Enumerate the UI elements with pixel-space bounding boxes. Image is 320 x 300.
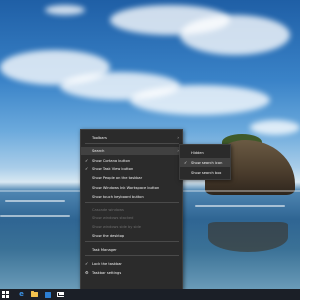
chevron-right-icon: › <box>177 135 179 140</box>
cloud <box>250 120 300 135</box>
menu-item-label: Show People on the taskbar <box>92 176 143 180</box>
gear-icon: ⚙ <box>85 270 89 275</box>
menu-item-label: Show the desktop <box>92 234 125 238</box>
menu-item-show-people-on-the-taskbar[interactable]: Show People on the taskbar <box>81 174 182 182</box>
menu-separator <box>85 241 179 242</box>
island-reflection <box>208 222 288 252</box>
submenu-item-label: Show search icon <box>191 160 223 165</box>
mail-icon[interactable] <box>55 289 66 300</box>
cloud <box>180 15 290 55</box>
menu-item-label: Show Cortana button <box>92 159 131 163</box>
submenu-item-label: Hidden <box>191 150 204 155</box>
menu-item-show-the-desktop[interactable]: Show the desktop <box>81 232 182 240</box>
menu-item-task-manager[interactable]: Task Manager <box>81 246 182 254</box>
checkmark-icon: ✓ <box>85 261 89 266</box>
menu-item-label: Cascade windows <box>92 208 124 212</box>
wave <box>5 200 65 202</box>
menu-item-cascade-windows: Cascade windows <box>81 206 182 214</box>
taskbar-context-menu: Toolbars›Search›✓Show Cortana button✓Sho… <box>80 129 183 290</box>
checkmark-icon: ✓ <box>184 160 188 165</box>
menu-item-show-windows-stacked: Show windows stacked <box>81 214 182 222</box>
menu-item-label: Show Task View button <box>92 167 134 171</box>
menu-item-label: Show windows stacked <box>92 216 134 220</box>
wave <box>195 205 285 207</box>
file-explorer-icon[interactable] <box>29 289 40 300</box>
wave <box>0 215 70 217</box>
menu-item-show-touch-keyboard-button[interactable]: Show touch keyboard button <box>81 193 182 201</box>
submenu-item-label: Show search box <box>191 170 222 175</box>
edge-icon[interactable]: e <box>16 289 27 300</box>
menu-item-show-windows-side-by-side: Show windows side by side <box>81 223 182 231</box>
menu-item-lock-the-taskbar[interactable]: ✓ Lock the taskbar <box>81 260 182 268</box>
windows-start-icon[interactable] <box>0 289 11 300</box>
menu-item-label: Show touch keyboard button <box>92 195 144 199</box>
menu-item-label: Task Manager <box>92 248 117 252</box>
menu-item-label: Show windows side by side <box>92 225 141 229</box>
menu-item-taskbar-settings[interactable]: ⚙ Taskbar settings <box>81 269 182 277</box>
taskbar[interactable]: e <box>0 289 300 300</box>
submenu-item-show-search-icon[interactable]: ✓ Show search icon <box>180 158 230 167</box>
menu-item-toolbars[interactable]: Toolbars › <box>81 134 182 142</box>
menu-item-show-cortana-button[interactable]: ✓ Show Cortana button <box>81 157 182 165</box>
cloud <box>45 5 85 15</box>
menu-separator <box>85 202 179 203</box>
checkmark-icon: ✓ <box>85 166 89 171</box>
menu-item-label: Toolbars <box>92 136 107 140</box>
menu-item-label: Search <box>92 149 105 153</box>
menu-item-show-windows-ink-workspace-button[interactable]: Show Windows Ink Workspace button <box>81 184 182 192</box>
menu-item-show-task-view-button[interactable]: ✓ Show Task View button <box>81 165 182 173</box>
menu-item-label: Show Windows Ink Workspace button <box>92 186 160 190</box>
submenu-item-hidden[interactable]: Hidden <box>180 148 230 157</box>
store-icon[interactable] <box>42 289 53 300</box>
menu-item-label: Lock the taskbar <box>92 262 122 266</box>
menu-separator <box>85 143 179 144</box>
cloud <box>130 85 270 115</box>
submenu-item-show-search-box[interactable]: Show search box <box>180 168 230 177</box>
menu-item-label: Taskbar settings <box>92 271 122 275</box>
menu-item-search[interactable]: Search› <box>81 147 182 155</box>
menu-separator <box>85 255 179 256</box>
checkmark-icon: ✓ <box>85 158 89 163</box>
search-submenu: Hidden ✓ Show search icon Show search box <box>179 144 231 180</box>
